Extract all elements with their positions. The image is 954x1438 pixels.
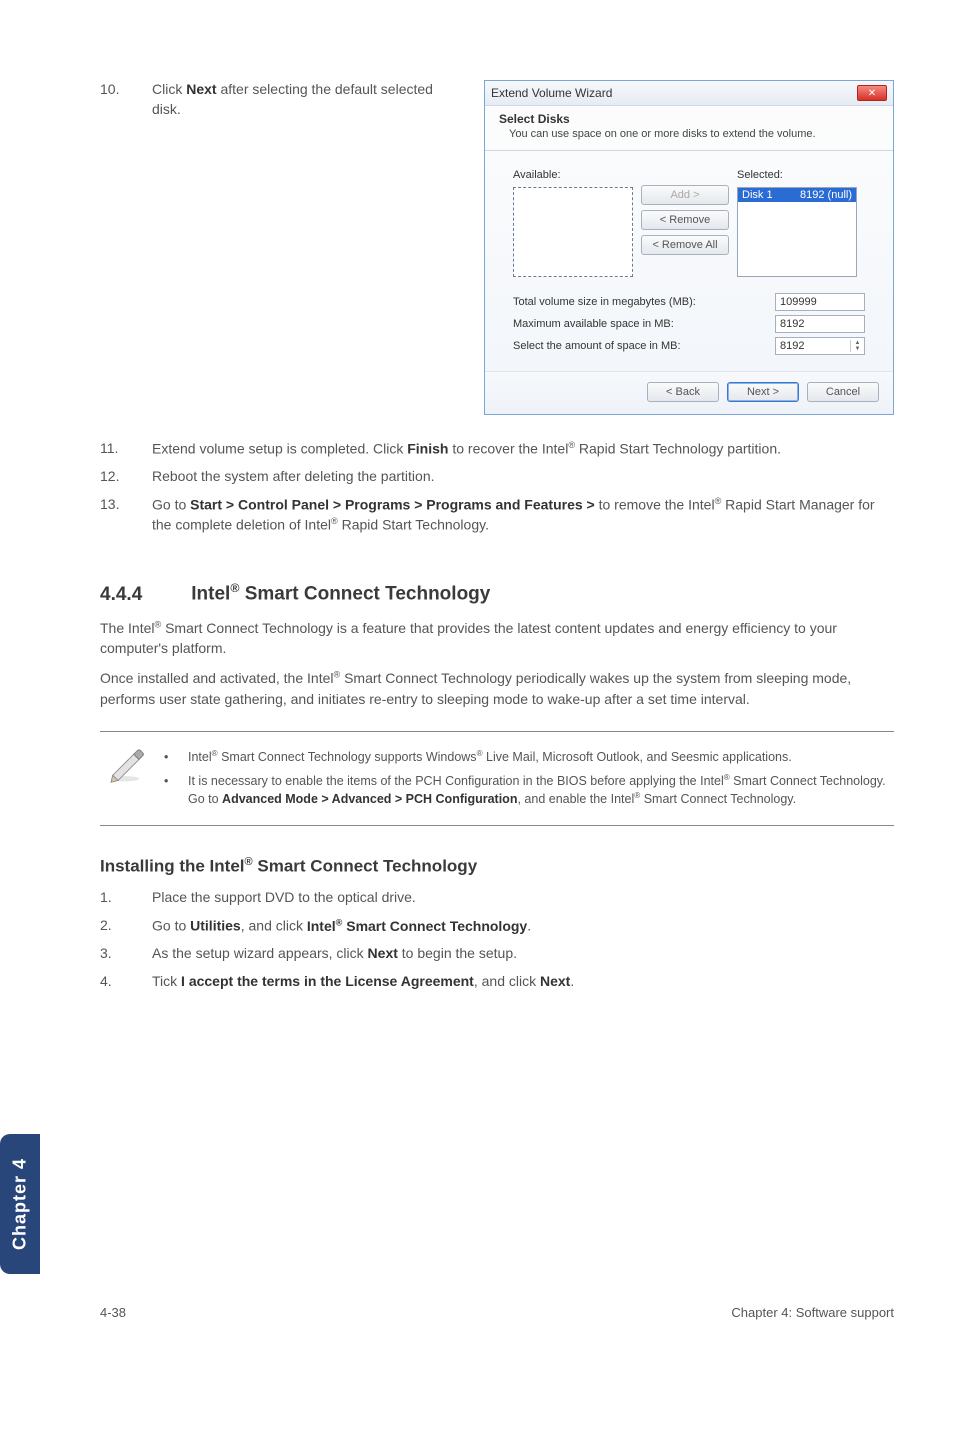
- txt: to remove the Intel: [595, 497, 715, 513]
- txt: .: [570, 973, 574, 989]
- step-number: 13.: [100, 495, 132, 536]
- bold-accept: I accept the terms in the License Agreem…: [181, 973, 474, 989]
- txt: Once installed and activated, the Intel: [100, 670, 333, 686]
- cancel-button[interactable]: Cancel: [807, 382, 879, 402]
- selected-item[interactable]: Disk 1 8192 (null): [738, 188, 856, 202]
- bold-next: Next: [186, 81, 216, 97]
- bold-utilities: Utilities: [190, 918, 241, 934]
- paragraph: The Intel® Smart Connect Technology is a…: [100, 618, 894, 659]
- bold-finish: Finish: [407, 441, 448, 457]
- total-size-value: 109999: [775, 293, 865, 311]
- txt: Smart Connect Technology is a feature th…: [100, 620, 837, 656]
- available-list[interactable]: [513, 187, 633, 277]
- reg-mark: ®: [245, 856, 253, 868]
- txt: As the setup wizard appears, click: [152, 945, 368, 961]
- back-button[interactable]: < Back: [647, 382, 719, 402]
- sub-heading: Installing the Intel® Smart Connect Tech…: [100, 856, 894, 877]
- bold-intel: Intel: [307, 918, 336, 934]
- page-number: 4-38: [100, 1305, 126, 1320]
- available-label: Available:: [513, 169, 633, 181]
- paragraph: Once installed and activated, the Intel®…: [100, 668, 894, 709]
- txt: Smart Connect Technology supports Window…: [218, 750, 477, 764]
- sel-disk: Disk 1: [742, 189, 773, 201]
- section-number: 4.4.4: [100, 584, 186, 606]
- note-block: • Intel® Smart Connect Technology suppor…: [100, 731, 894, 826]
- step-text: Go to Utilities, and click Intel® Smart …: [152, 916, 894, 936]
- total-size-label: Total volume size in megabytes (MB):: [513, 296, 696, 308]
- txt: Extend volume setup is completed. Click: [152, 441, 407, 457]
- section-title-pre: Intel: [191, 584, 230, 605]
- select-space-spinner[interactable]: 8192 ▲▼: [775, 337, 865, 355]
- wizard-title: Extend Volume Wizard: [491, 86, 612, 100]
- txt: .: [527, 918, 531, 934]
- bold-path: Advanced Mode > Advanced > PCH Configura…: [222, 793, 517, 807]
- txt: Go to: [152, 497, 190, 513]
- txt: The Intel: [100, 620, 154, 636]
- step-text: Go to Start > Control Panel > Programs >…: [152, 495, 894, 536]
- remove-button[interactable]: < Remove: [641, 210, 729, 230]
- note-text: Intel® Smart Connect Technology supports…: [188, 748, 792, 766]
- add-button[interactable]: Add >: [641, 185, 729, 205]
- max-space-value: 8192: [775, 315, 865, 333]
- bold-next: Next: [540, 973, 570, 989]
- bold-next: Next: [368, 945, 398, 961]
- section-heading: 4.4.4 Intel® Smart Connect Technology: [100, 581, 894, 605]
- step-number: 11.: [100, 439, 132, 459]
- txt: , and click: [241, 918, 307, 934]
- bold-path: Start > Control Panel > Programs > Progr…: [190, 497, 595, 513]
- wizard-subheading: You can use space on one or more disks t…: [499, 128, 879, 140]
- txt: , and enable the Intel: [517, 793, 634, 807]
- reg-mark: ®: [568, 440, 575, 450]
- step-text: Place the support DVD to the optical dri…: [152, 888, 894, 908]
- close-button[interactable]: ✕: [857, 85, 887, 101]
- txt: Live Mail, Microsoft Outlook, and Seesmi…: [483, 750, 792, 764]
- txt: Rapid Start Technology partition.: [575, 441, 781, 457]
- section-title-post: Smart Connect Technology: [239, 584, 490, 605]
- step-number: 10.: [100, 80, 132, 119]
- txt: Click: [152, 81, 186, 97]
- txt: It is necessary to enable the items of t…: [188, 774, 724, 788]
- sel-size: 8192 (null): [800, 189, 852, 201]
- txt: Smart Connect Technology: [253, 856, 478, 875]
- select-space-label: Select the amount of space in MB:: [513, 340, 681, 352]
- txt: Installing the Intel: [100, 856, 245, 875]
- chapter-tab: Chapter 4: [0, 1134, 40, 1274]
- step-text: Tick I accept the terms in the License A…: [152, 972, 894, 992]
- pencil-icon: [104, 742, 146, 789]
- txt: Intel: [188, 750, 212, 764]
- txt: Smart Connect Technology.: [640, 793, 796, 807]
- txt: to recover the Intel: [448, 441, 568, 457]
- step-number: 12.: [100, 467, 132, 487]
- max-space-label: Maximum available space in MB:: [513, 318, 674, 330]
- txt: , and click: [474, 973, 540, 989]
- selected-label: Selected:: [737, 169, 857, 181]
- selected-list[interactable]: Disk 1 8192 (null): [737, 187, 857, 277]
- txt: to begin the setup.: [398, 945, 517, 961]
- step-text: As the setup wizard appears, click Next …: [152, 944, 894, 964]
- step-number: 2.: [100, 916, 132, 936]
- reg-mark: ®: [331, 516, 338, 526]
- extend-volume-wizard: Extend Volume Wizard ✕ Select Disks You …: [484, 80, 894, 415]
- step-text: Reboot the system after deleting the par…: [152, 467, 894, 487]
- bullet-dot: •: [164, 772, 174, 809]
- spinner-arrows[interactable]: ▲▼: [850, 340, 864, 352]
- step-number: 4.: [100, 972, 132, 992]
- step-text: Extend volume setup is completed. Click …: [152, 439, 894, 459]
- remove-all-button[interactable]: < Remove All: [641, 235, 729, 255]
- spin-value: 8192: [780, 340, 804, 352]
- wizard-heading: Select Disks: [499, 112, 879, 126]
- note-text: It is necessary to enable the items of t…: [188, 772, 890, 809]
- step-text: Click Next after selecting the default s…: [152, 80, 464, 119]
- step-number: 1.: [100, 888, 132, 908]
- footer-title: Chapter 4: Software support: [731, 1305, 894, 1320]
- txt: Tick: [152, 973, 181, 989]
- bold-sct: Smart Connect Technology: [342, 918, 527, 934]
- txt: Go to: [152, 918, 190, 934]
- next-button[interactable]: Next >: [727, 382, 799, 402]
- bullet-dot: •: [164, 748, 174, 766]
- txt: Rapid Start Technology.: [338, 517, 489, 533]
- step-number: 3.: [100, 944, 132, 964]
